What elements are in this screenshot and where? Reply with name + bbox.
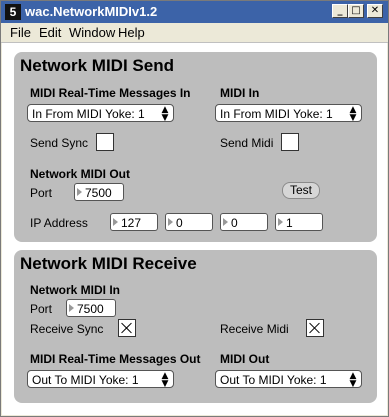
receive-port-field[interactable]: 7500 bbox=[66, 299, 116, 317]
send-port-field[interactable]: 7500 bbox=[74, 183, 124, 201]
ip-address-label: IP Address bbox=[30, 216, 88, 230]
ip-octet-1-field[interactable]: 127 bbox=[110, 213, 158, 231]
app-window: 5 wac.NetworkMIDIv1.2 _ □ ✕ File Edit Wi… bbox=[0, 0, 389, 417]
receive-port-value: 7500 bbox=[77, 302, 104, 316]
menu-help[interactable]: Help bbox=[118, 25, 145, 40]
menu-bar: File Edit Window Help bbox=[1, 23, 388, 43]
network-midi-send-panel: Network MIDI Send MIDI Real-Time Message… bbox=[14, 52, 377, 242]
realtime-in-label: MIDI Real-Time Messages In bbox=[30, 86, 191, 100]
send-midi-checkbox[interactable] bbox=[281, 133, 299, 151]
dropdown-arrows-icon: ▲ ▼ bbox=[161, 105, 169, 123]
number-triangle-icon bbox=[223, 218, 228, 226]
midi-out-value: Out To MIDI Yoke: 1 bbox=[220, 373, 327, 387]
send-sync-checkbox[interactable] bbox=[96, 133, 114, 151]
ip-octet-4-field[interactable]: 1 bbox=[275, 213, 323, 231]
minimize-button[interactable]: _ bbox=[332, 4, 348, 18]
receive-panel-title: Network MIDI Receive bbox=[20, 254, 197, 273]
dropdown-arrows-icon: ▲ ▼ bbox=[161, 371, 169, 389]
midi-in-dropdown[interactable]: In From MIDI Yoke: 1 ▲ ▼ bbox=[215, 104, 362, 123]
menu-window[interactable]: Window bbox=[69, 25, 115, 40]
send-port-label: Port bbox=[30, 186, 53, 200]
send-panel-title: Network MIDI Send bbox=[20, 56, 174, 75]
receive-midi-checkbox[interactable] bbox=[306, 319, 324, 337]
title-bar[interactable]: 5 wac.NetworkMIDIv1.2 _ □ ✕ bbox=[1, 1, 388, 23]
number-triangle-icon bbox=[77, 188, 82, 196]
receive-sync-label: Receive Sync bbox=[30, 322, 104, 336]
close-button[interactable]: ✕ bbox=[367, 4, 383, 18]
menu-edit[interactable]: Edit bbox=[39, 25, 61, 40]
midi-out-label: MIDI Out bbox=[220, 352, 270, 366]
ip-octet-2-value: 0 bbox=[176, 216, 183, 230]
ip-octet-3-field[interactable]: 0 bbox=[220, 213, 268, 231]
realtime-out-dropdown[interactable]: Out To MIDI Yoke: 1 ▲ ▼ bbox=[27, 370, 174, 389]
test-button[interactable]: Test bbox=[282, 182, 320, 199]
dropdown-arrows-icon: ▲ ▼ bbox=[349, 371, 357, 389]
number-triangle-icon bbox=[113, 218, 118, 226]
send-midi-label: Send Midi bbox=[220, 136, 274, 150]
network-midi-in-label: Network MIDI In bbox=[30, 283, 121, 297]
main-content: Network MIDI Send MIDI Real-Time Message… bbox=[2, 43, 387, 415]
midi-out-dropdown[interactable]: Out To MIDI Yoke: 1 ▲ ▼ bbox=[215, 370, 362, 389]
receive-port-label: Port bbox=[30, 302, 53, 316]
window-title: wac.NetworkMIDIv1.2 bbox=[25, 4, 158, 19]
menu-file[interactable]: File bbox=[10, 25, 31, 40]
network-midi-out-label: Network MIDI Out bbox=[30, 167, 131, 181]
ip-octet-2-field[interactable]: 0 bbox=[165, 213, 213, 231]
number-triangle-icon bbox=[168, 218, 173, 226]
app-icon[interactable]: 5 bbox=[5, 4, 21, 20]
maximize-button[interactable]: □ bbox=[348, 4, 364, 18]
ip-octet-1-value: 127 bbox=[121, 216, 142, 230]
ip-octet-3-value: 0 bbox=[231, 216, 238, 230]
midi-in-value: In From MIDI Yoke: 1 bbox=[220, 107, 333, 121]
realtime-in-dropdown[interactable]: In From MIDI Yoke: 1 ▲ ▼ bbox=[27, 104, 174, 123]
realtime-out-label: MIDI Real-Time Messages Out bbox=[30, 352, 201, 366]
realtime-in-value: In From MIDI Yoke: 1 bbox=[32, 107, 145, 121]
ip-octet-4-value: 1 bbox=[286, 216, 293, 230]
midi-in-label: MIDI In bbox=[220, 86, 260, 100]
send-sync-label: Send Sync bbox=[30, 136, 89, 150]
network-midi-receive-panel: Network MIDI Receive Network MIDI In Por… bbox=[14, 250, 377, 403]
dropdown-arrows-icon: ▲ ▼ bbox=[349, 105, 357, 123]
number-triangle-icon bbox=[69, 304, 74, 312]
receive-midi-label: Receive Midi bbox=[220, 322, 289, 336]
number-triangle-icon bbox=[278, 218, 283, 226]
send-port-value: 7500 bbox=[85, 186, 112, 200]
realtime-out-value: Out To MIDI Yoke: 1 bbox=[32, 373, 139, 387]
receive-sync-checkbox[interactable] bbox=[118, 319, 136, 337]
